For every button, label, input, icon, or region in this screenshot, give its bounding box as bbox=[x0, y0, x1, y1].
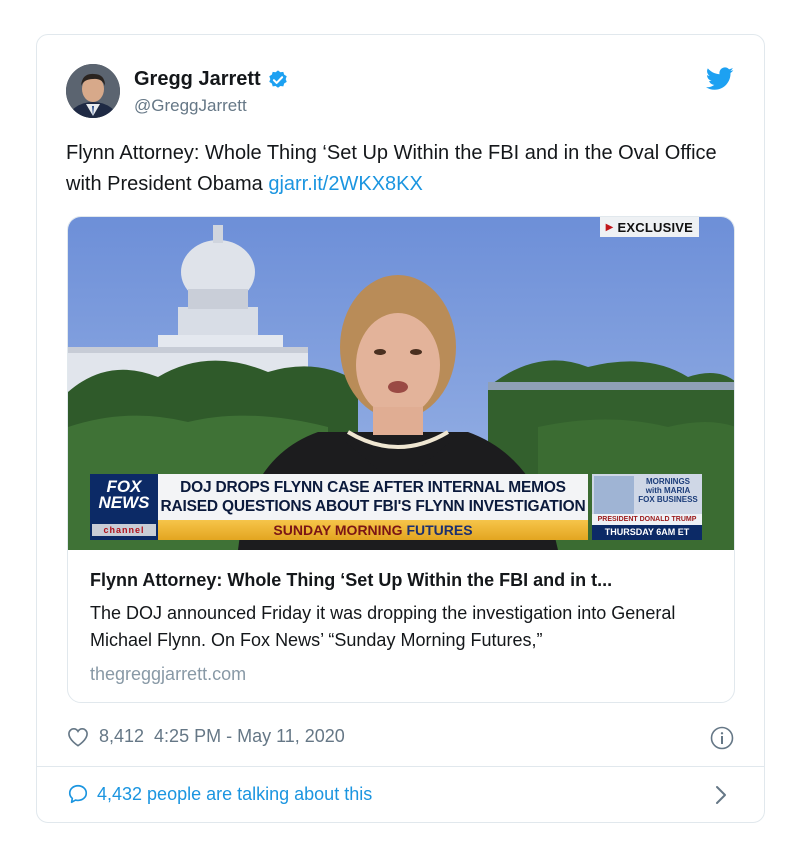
logo-line3: channel bbox=[92, 524, 156, 536]
link-card-title[interactable]: Flynn Attorney: Whole Thing ‘Set Up With… bbox=[90, 570, 720, 591]
play-triangle-icon: ▶ bbox=[605, 221, 614, 233]
divider bbox=[37, 766, 764, 767]
headline-line2: RAISED QUESTIONS ABOUT FBI'S FLYNN INVES… bbox=[160, 498, 586, 515]
preview-image[interactable]: ▶ EXCLUSIVE FOX NEWS channel DOJ DROPS F… bbox=[68, 217, 734, 550]
show-name-part1: SUNDAY MORNING bbox=[273, 522, 403, 538]
avatar[interactable] bbox=[66, 64, 120, 118]
promo-box: MORNINGS with MARIA FOX BUSINESS PRESIDE… bbox=[592, 474, 702, 540]
link-card-description: The DOJ announced Friday it was dropping… bbox=[90, 603, 676, 650]
promo-time: THURSDAY 6AM ET bbox=[592, 525, 702, 540]
tweet-link[interactable]: gjarr.it/2WKX8KX bbox=[268, 173, 423, 195]
heart-icon[interactable] bbox=[67, 727, 89, 747]
promo-photo bbox=[594, 476, 634, 514]
timestamp[interactable]: 4:25 PM - May 11, 2020 bbox=[154, 726, 345, 747]
twitter-bird-icon[interactable] bbox=[706, 67, 734, 91]
link-preview-card[interactable]: ▶ EXCLUSIVE FOX NEWS channel DOJ DROPS F… bbox=[67, 216, 735, 703]
show-name-part2: FUTURES bbox=[406, 522, 473, 538]
tweet-text: Flynn Attorney: Whole Thing ‘Set Up With… bbox=[66, 138, 746, 200]
like-count[interactable]: 8,412 bbox=[99, 726, 144, 747]
promo-show-line2: with MARIA bbox=[645, 486, 691, 495]
show-name-bar: SUNDAY MORNING FUTURES bbox=[158, 520, 588, 540]
promo-show: MORNINGS with MARIA FOX BUSINESS bbox=[636, 477, 700, 504]
tweet-meta: 8,412 4:25 PM - May 11, 2020 bbox=[67, 726, 345, 747]
info-icon[interactable] bbox=[710, 726, 734, 750]
chyron-headline: DOJ DROPS FLYNN CASE AFTER INTERNAL MEMO… bbox=[158, 474, 588, 520]
author-handle[interactable]: @GreggJarrett bbox=[134, 96, 247, 116]
author-name[interactable]: Gregg Jarrett bbox=[134, 68, 289, 91]
conversation-text[interactable]: 4,432 people are talking about this bbox=[97, 784, 372, 805]
chevron-right-icon[interactable] bbox=[714, 784, 728, 806]
conversation-link[interactable]: 4,432 people are talking about this bbox=[67, 783, 372, 805]
logo-line2: NEWS bbox=[98, 493, 150, 512]
link-card-domain: thegreggjarrett.com bbox=[90, 664, 247, 684]
promo-show-line1: MORNINGS bbox=[646, 477, 690, 486]
headline-line1: DOJ DROPS FLYNN CASE AFTER INTERNAL MEMO… bbox=[180, 479, 566, 496]
verified-badge-icon bbox=[269, 69, 287, 88]
fox-news-logo: FOX NEWS channel bbox=[90, 474, 158, 540]
author-name-text[interactable]: Gregg Jarrett bbox=[134, 68, 261, 91]
lower-third: FOX NEWS channel DOJ DROPS FLYNN CASE AF… bbox=[90, 474, 702, 540]
exclusive-label: EXCLUSIVE bbox=[617, 219, 693, 235]
tweet-card: Gregg Jarrett @GreggJarrett Flynn Attorn… bbox=[36, 34, 765, 823]
exclusive-badge: ▶ EXCLUSIVE bbox=[599, 217, 699, 237]
promo-guest: PRESIDENT DONALD TRUMP bbox=[592, 514, 702, 525]
speech-bubble-icon bbox=[68, 784, 88, 804]
promo-show-line3: FOX BUSINESS bbox=[638, 495, 698, 504]
